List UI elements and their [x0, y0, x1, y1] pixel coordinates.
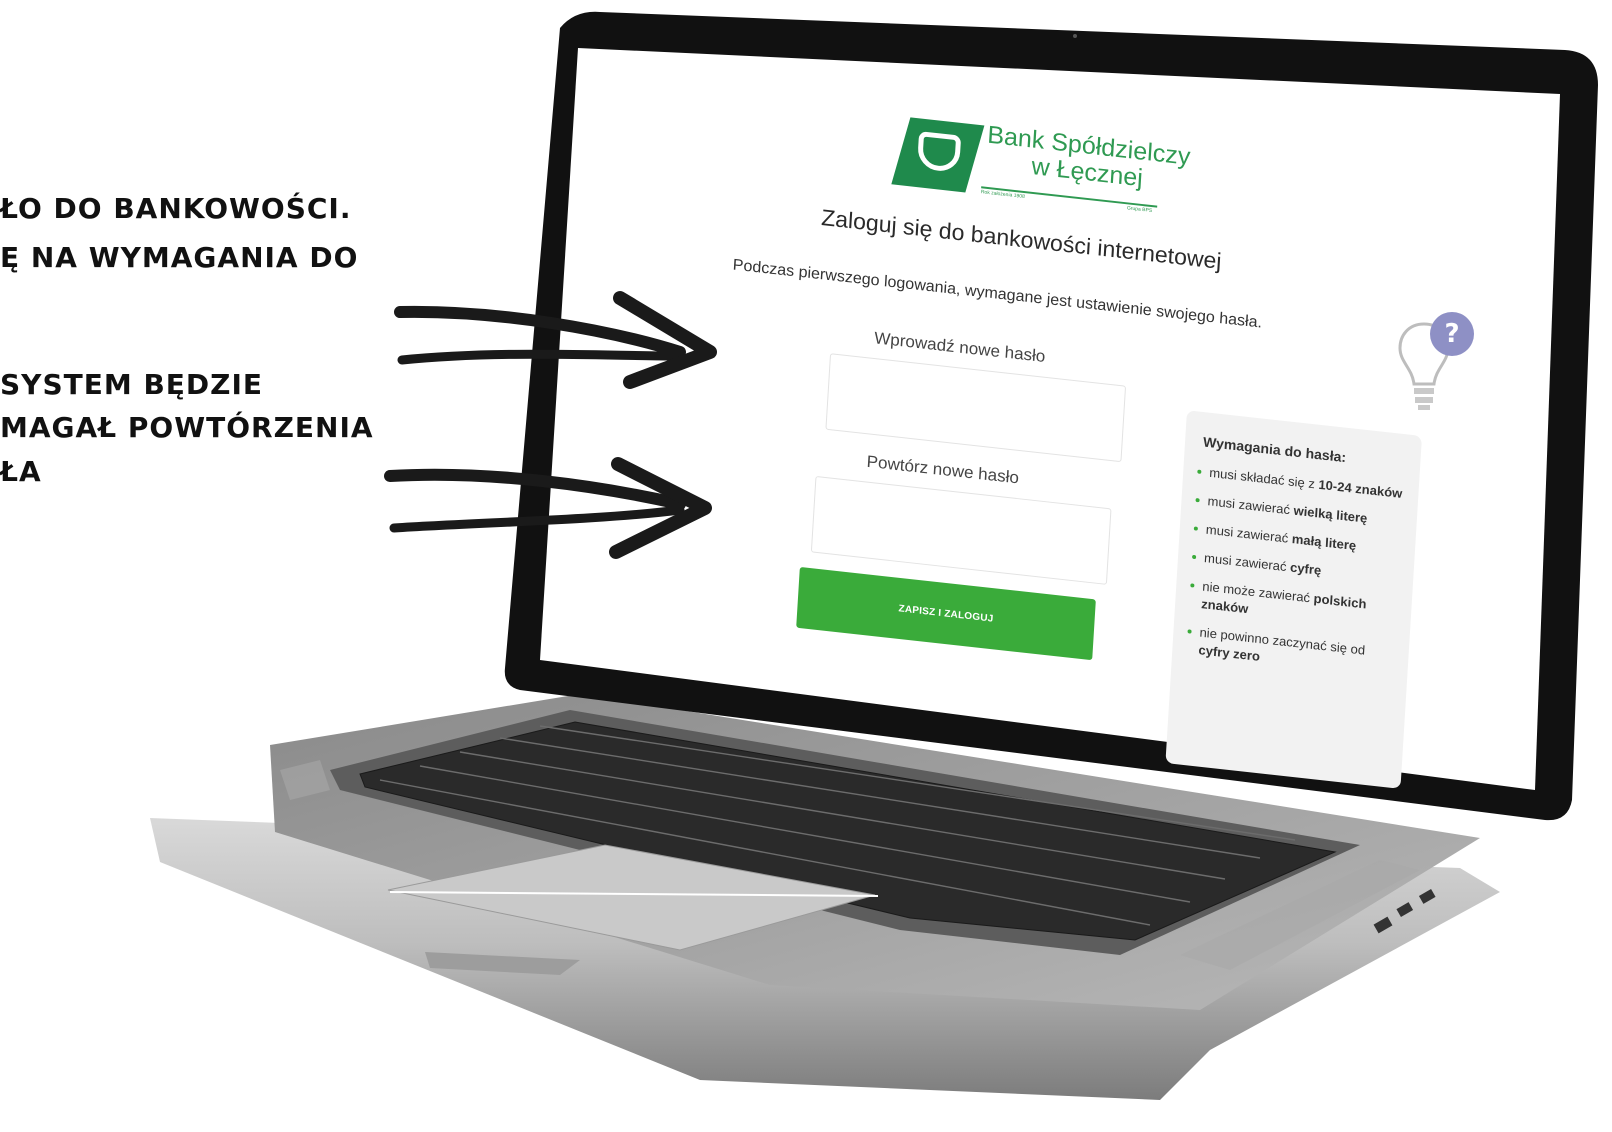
arrow-to-new-password-icon	[394, 291, 717, 389]
new-password-field[interactable]	[825, 353, 1127, 463]
help-icon[interactable]: ?	[1430, 312, 1474, 356]
requirements-list: musi składać się z 10-24 znaków musi zaw…	[1185, 463, 1408, 692]
requirements-title: Wymagania do hasła:	[1202, 433, 1347, 466]
password-requirements-panel: Wymagania do hasła: musi składać się z 1…	[1165, 410, 1422, 789]
save-and-login-button[interactable]: ZAPISZ I ZALOGUJ	[796, 566, 1096, 661]
bank-logo-name: Bank Spółdzielczy w Łęcznej	[986, 120, 1192, 193]
arrow-to-repeat-password-icon	[384, 457, 712, 559]
repeat-password-field[interactable]	[810, 475, 1112, 585]
page-title: Zaloguj się do bankowości internetowej	[820, 204, 1223, 274]
repeat-password-label: Powtórz nowe hasło	[866, 451, 1020, 488]
arrow-icons	[384, 291, 717, 559]
